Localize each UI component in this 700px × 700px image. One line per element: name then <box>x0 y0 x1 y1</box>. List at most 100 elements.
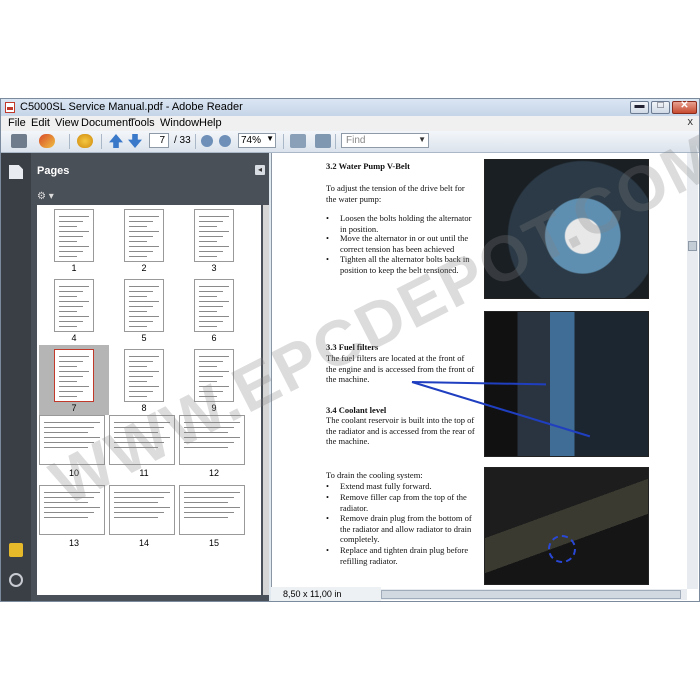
radiator-drain-photo <box>484 467 649 585</box>
thumbnail-image <box>54 349 94 402</box>
thumbnail-page-number: 14 <box>138 538 149 548</box>
vertical-scroll-thumb[interactable] <box>688 241 697 251</box>
thumbnail-scrollbar[interactable] <box>263 205 269 595</box>
previous-page-icon[interactable] <box>109 134 123 148</box>
fit-width-icon[interactable] <box>290 134 306 148</box>
find-input[interactable]: Find ▼ <box>341 133 429 148</box>
list-item: • Loosen the bolts holding the alternator… <box>326 213 472 234</box>
chevron-down-icon: ▼ <box>266 134 274 143</box>
fuel-text: The fuel filters are located at the fron… <box>326 353 475 384</box>
thumbnail-page-number: 11 <box>139 468 149 478</box>
find-placeholder: Find <box>346 135 366 146</box>
options-menu-button[interactable]: ⚙ ▾ <box>37 191 54 202</box>
list-item: • Tighten all the alternator bolts back i… <box>326 254 470 275</box>
document-view[interactable]: 3.2 Water Pump V-Belt To adjust the tens… <box>271 153 699 601</box>
page-thumbnail-5[interactable]: 5 <box>109 275 179 345</box>
toolbar-separator <box>101 134 102 149</box>
toolbar-separator <box>195 134 196 149</box>
attachments-icon[interactable] <box>9 573 23 587</box>
close-document-button[interactable]: x <box>688 116 694 128</box>
page-thumbnail-1[interactable]: 1 <box>39 205 109 275</box>
thumbnail-image <box>194 209 234 262</box>
pages-panel: Pages ◂ ⚙ ▾ 1 2 3 4 5 6 7 8 9 10 11 12 13 14 15 <box>31 153 269 601</box>
page-thumbnail-7[interactable]: 7 <box>39 345 109 415</box>
zoom-value: 74% <box>241 135 262 146</box>
minimize-icon: ▬ <box>634 100 645 111</box>
thumbnail-page-number: 8 <box>141 403 147 413</box>
drain-intro: To drain the cooling system: <box>326 470 423 480</box>
page-thumbnail-13[interactable]: 13 <box>39 485 109 555</box>
page-thumbnail-6[interactable]: 6 <box>179 275 249 345</box>
page-thumbnail-2[interactable]: 2 <box>109 205 179 275</box>
thumbnail-image <box>109 415 175 465</box>
print-icon[interactable] <box>11 134 27 148</box>
zoom-select[interactable]: 74% ▼ <box>238 133 276 148</box>
navigation-rail <box>1 153 31 601</box>
page-thumbnail-9[interactable]: 9 <box>179 345 249 415</box>
thumbnail-page-number: 2 <box>141 263 147 273</box>
horizontal-scroll-thumb[interactable] <box>381 590 681 599</box>
thumbnail-page-number: 6 <box>211 333 217 343</box>
menu-view[interactable]: View <box>55 117 79 129</box>
list-item: • Remove filler cap from the top of the r… <box>326 492 467 513</box>
thumbnail-image <box>39 485 105 535</box>
thumbnail-image <box>179 415 245 465</box>
menu-help[interactable]: Help <box>199 117 222 129</box>
zoom-out-icon[interactable] <box>201 135 213 147</box>
thumbnail-page-number: 3 <box>211 263 217 273</box>
pages-icon[interactable] <box>9 165 23 179</box>
create-pdf-icon[interactable] <box>39 134 55 148</box>
page-thumbnail-8[interactable]: 8 <box>109 345 179 415</box>
thumbnail-image <box>109 485 175 535</box>
page-thumbnail-3[interactable]: 3 <box>179 205 249 275</box>
water-pump-photo <box>484 159 649 299</box>
section-heading-fuel: 3.3 Fuel filters <box>326 342 379 352</box>
list-item: • Move the alternator in or out until the… <box>326 233 469 254</box>
page-thumbnail-4[interactable]: 4 <box>39 275 109 345</box>
section-heading-coolant: 3.4 Coolant level <box>326 405 387 415</box>
collapse-panel-icon[interactable]: ◂ <box>255 165 265 175</box>
pdf-page: 3.2 Water Pump V-Belt To adjust the tens… <box>308 153 688 585</box>
thumbnail-image <box>39 415 105 465</box>
next-page-icon[interactable] <box>128 134 142 148</box>
thumbnail-page-number: 12 <box>208 468 219 478</box>
menu-document[interactable]: Document <box>81 117 131 129</box>
page-thumbnail-11[interactable]: 11 <box>109 415 179 485</box>
pdf-app-icon <box>5 102 15 113</box>
page-number-input[interactable]: 7 <box>149 133 169 148</box>
window-title: C5000SL Service Manual.pdf - Adobe Reade… <box>20 101 243 113</box>
menu-file[interactable]: File <box>8 117 26 129</box>
water-pump-intro: To adjust the tension of the drive belt … <box>326 183 465 204</box>
close-icon: ✕ <box>680 100 689 111</box>
vertical-scrollbar[interactable] <box>687 153 698 589</box>
page-total: / 33 <box>174 135 191 146</box>
horizontal-scrollbar[interactable] <box>381 589 687 600</box>
title-bar[interactable]: C5000SL Service Manual.pdf - Adobe Reade… <box>1 99 699 116</box>
menu-tools[interactable]: Tools <box>129 117 155 129</box>
fit-page-icon[interactable] <box>315 134 331 148</box>
list-item: • Extend mast fully forward. <box>326 481 432 491</box>
thumbnail-page-number: 9 <box>211 403 217 413</box>
minimize-button[interactable]: ▬ <box>630 100 649 114</box>
page-thumbnail-15[interactable]: 15 <box>179 485 249 555</box>
zoom-in-icon[interactable] <box>219 135 231 147</box>
menu-edit[interactable]: Edit <box>31 117 50 129</box>
thumbnail-page-number: 13 <box>68 538 79 548</box>
pages-panel-header: Pages ◂ <box>31 153 269 185</box>
pages-panel-title: Pages <box>37 165 70 177</box>
close-button[interactable]: ✕ <box>672 100 697 114</box>
collaborate-icon[interactable] <box>77 134 93 148</box>
thumbnail-list[interactable]: 1 2 3 4 5 6 7 8 9 10 11 12 13 14 15 <box>37 205 261 595</box>
page-thumbnail-14[interactable]: 14 <box>109 485 179 555</box>
thumbnail-image <box>194 349 234 402</box>
page-thumbnail-10[interactable]: 10 <box>39 415 109 485</box>
list-item: • Replace and tighten drain plug before r… <box>326 545 469 566</box>
thumbnail-image <box>194 279 234 332</box>
chevron-down-icon: ▼ <box>418 135 426 144</box>
page-thumbnail-12[interactable]: 12 <box>179 415 249 485</box>
maximize-button[interactable]: □ <box>651 100 670 114</box>
thumbnail-image <box>124 209 164 262</box>
toolbar-separator <box>335 134 336 149</box>
menu-window[interactable]: Window <box>160 117 199 129</box>
comments-icon[interactable] <box>9 543 23 557</box>
